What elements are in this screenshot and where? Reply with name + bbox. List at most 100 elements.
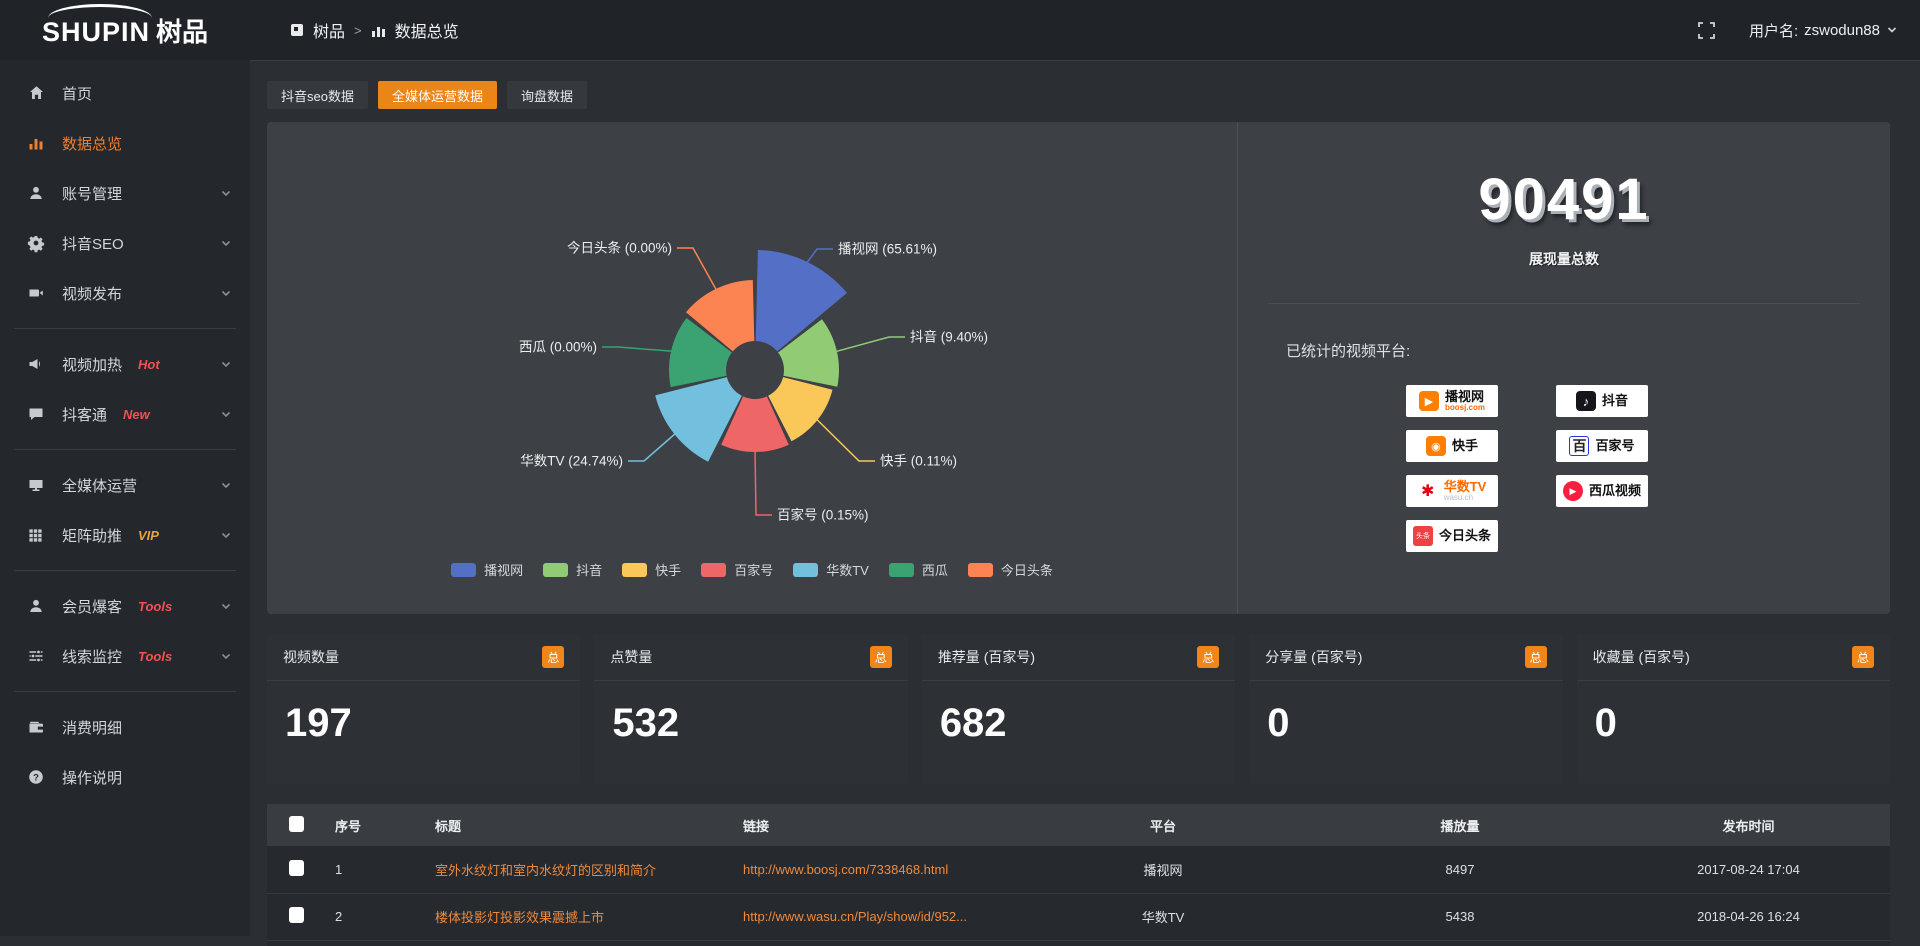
douyin-logo-icon: ♪	[1576, 391, 1596, 411]
breadcrumb-current[interactable]: 数据总览	[395, 18, 459, 42]
legend-swatch	[543, 563, 568, 577]
table-row: 2 楼体投影灯投影效果震撼上市 http://www.wasu.cn/Play/…	[267, 893, 1890, 940]
sidebar-item-spend-detail[interactable]: 消费明细	[0, 702, 250, 752]
sidebar-item-label: 视频加热	[62, 354, 122, 375]
sidebar-item-data-overview[interactable]: 数据总览	[0, 118, 250, 168]
tools-badge: Tools	[138, 599, 172, 614]
sidebar-item-label: 会员爆客	[62, 596, 122, 617]
breadcrumb-root-icon	[290, 23, 304, 37]
impressions-total-value: 90491	[1238, 166, 1890, 233]
user-menu[interactable]: 用户名: zswodun88	[1749, 20, 1898, 41]
table-header-row: 序号 标题 链接 平台 播放量 发布时间	[267, 804, 1890, 846]
legend-label: 西瓜	[922, 560, 948, 579]
pie-slice-华数TV[interactable]	[655, 377, 742, 462]
fullscreen-icon[interactable]	[1698, 22, 1715, 39]
legend-item[interactable]: 抖音	[543, 560, 602, 579]
card-favorites: 收藏量 (百家号)总 0	[1577, 634, 1890, 784]
pie-label: 百家号 (0.15%)	[777, 507, 869, 523]
platform-chip-xigua[interactable]: ▶ 西瓜视频	[1556, 475, 1648, 507]
sliders-icon	[28, 648, 48, 664]
tab-douyin-seo-data[interactable]: 抖音seo数据	[267, 81, 368, 109]
label-connector	[677, 248, 717, 291]
platform-chip-douyin[interactable]: ♪ 抖音	[1556, 385, 1648, 417]
platforms-title: 已统计的视频平台:	[1286, 340, 1890, 361]
breadcrumb: 树品 > 数据总览	[290, 18, 459, 42]
chevron-down-icon	[220, 237, 232, 249]
platform-chips: ▶ 播视网boosj.com ◉ 快手 ✱ 华数TVwasu.cn 头条 今日头…	[1238, 385, 1890, 552]
tab-inquiry-data[interactable]: 询盘数据	[507, 81, 587, 109]
platform-chip-wasu[interactable]: ✱ 华数TVwasu.cn	[1406, 475, 1498, 507]
sidebar-item-matrix-boost[interactable]: 矩阵助推 VIP	[0, 510, 250, 560]
legend-swatch	[451, 563, 476, 577]
platform-chip-boosj[interactable]: ▶ 播视网boosj.com	[1406, 385, 1498, 417]
chevron-down-icon	[220, 187, 232, 199]
rose-pie-svg[interactable]: 播视网 (65.61%)抖音 (9.40%)快手 (0.11%)百家号 (0.1…	[267, 122, 1237, 614]
total-badge[interactable]: 总	[1197, 646, 1219, 668]
total-badge[interactable]: 总	[1852, 646, 1874, 668]
cell-url-link[interactable]: http://www.boosj.com/7338468.html	[733, 846, 1013, 893]
label-connector	[602, 347, 673, 351]
col-header-no: 序号	[325, 804, 425, 846]
row-checkbox[interactable]	[289, 907, 304, 923]
new-badge: New	[123, 407, 150, 422]
cell-platform: 播视网	[1013, 846, 1313, 893]
sidebar-item-douyin-seo[interactable]: 抖音SEO	[0, 218, 250, 268]
cell-url-link[interactable]: http://www.wasu.cn/Play/show/id/952...	[733, 893, 1013, 940]
rose-pie-chart: 播视网 (65.61%)抖音 (9.40%)快手 (0.11%)百家号 (0.1…	[267, 122, 1237, 614]
legend-swatch	[889, 563, 914, 577]
bar-chart-icon	[28, 135, 48, 151]
sidebar-item-video-publish[interactable]: 视频发布	[0, 268, 250, 318]
legend-label: 播视网	[484, 560, 523, 579]
total-badge[interactable]: 总	[542, 646, 564, 668]
legend-item[interactable]: 播视网	[451, 560, 523, 579]
legend-item[interactable]: 华数TV	[793, 560, 869, 579]
pie-label: 快手 (0.11%)	[880, 454, 957, 469]
app-logo[interactable]: SHUPIN 树品	[0, 0, 250, 60]
sidebar-item-member-growth[interactable]: 会员爆客 Tools	[0, 581, 250, 631]
card-shares: 分享量 (百家号)总 0	[1249, 634, 1562, 784]
platform-chip-toutiao[interactable]: 头条 今日头条	[1406, 520, 1498, 552]
user-icon	[28, 598, 48, 614]
sidebar-item-omnimedia[interactable]: 全媒体运营	[0, 460, 250, 510]
cell-title-link[interactable]: 楼体投影灯投影效果震撼上市	[425, 893, 733, 940]
row-checkbox[interactable]	[289, 860, 304, 876]
card-value: 532	[594, 681, 907, 766]
toutiao-logo-icon: 头条	[1413, 526, 1433, 546]
wallet-icon	[28, 719, 48, 735]
sidebar-item-label: 线索监控	[62, 646, 122, 667]
select-all-checkbox[interactable]	[289, 816, 304, 832]
sidebar-item-account[interactable]: 账号管理	[0, 168, 250, 218]
sidebar-divider	[14, 328, 236, 329]
sidebar-item-help[interactable]: ? 操作说明	[0, 752, 250, 802]
total-badge[interactable]: 总	[1525, 646, 1547, 668]
grid-icon	[28, 528, 48, 543]
breadcrumb-root[interactable]: 树品	[313, 18, 345, 42]
col-header-platform: 平台	[1013, 804, 1313, 846]
tab-omnimedia-data[interactable]: 全媒体运营数据	[378, 81, 497, 109]
cell-title-link[interactable]: 室外水纹灯和室内水纹灯的区别和简介	[425, 846, 733, 893]
cell-time: 2018-04-26 16:24	[1607, 893, 1890, 940]
sidebar-item-video-heat[interactable]: 视频加热 Hot	[0, 339, 250, 389]
col-header-views: 播放量	[1313, 804, 1607, 846]
chart-panel: 播视网 (65.61%)抖音 (9.40%)快手 (0.11%)百家号 (0.1…	[267, 122, 1890, 614]
sidebar-item-lead-monitor[interactable]: 线索监控 Tools	[0, 631, 250, 681]
user-icon	[28, 185, 48, 201]
card-value: 0	[1577, 681, 1890, 766]
legend-swatch	[701, 563, 726, 577]
impressions-total-label: 展现量总数	[1238, 249, 1890, 269]
sidebar-divider	[14, 570, 236, 571]
legend-item[interactable]: 今日头条	[968, 560, 1053, 579]
total-badge[interactable]: 总	[870, 646, 892, 668]
bar-chart-icon	[371, 24, 386, 37]
sidebar-item-doukectong[interactable]: 抖客通 New	[0, 389, 250, 439]
platform-chip-baijiahao[interactable]: 百 百家号	[1556, 430, 1648, 462]
sidebar-item-label: 数据总览	[62, 133, 122, 154]
sidebar-item-home[interactable]: 首页	[0, 68, 250, 118]
chevron-down-icon	[220, 529, 232, 541]
legend-item[interactable]: 西瓜	[889, 560, 948, 579]
legend-item[interactable]: 百家号	[701, 560, 773, 579]
legend-item[interactable]: 快手	[622, 560, 681, 579]
chevron-down-icon	[1886, 24, 1898, 36]
logo-arc-decoration	[48, 4, 152, 18]
platform-chip-kuaishou[interactable]: ◉ 快手	[1406, 430, 1498, 462]
